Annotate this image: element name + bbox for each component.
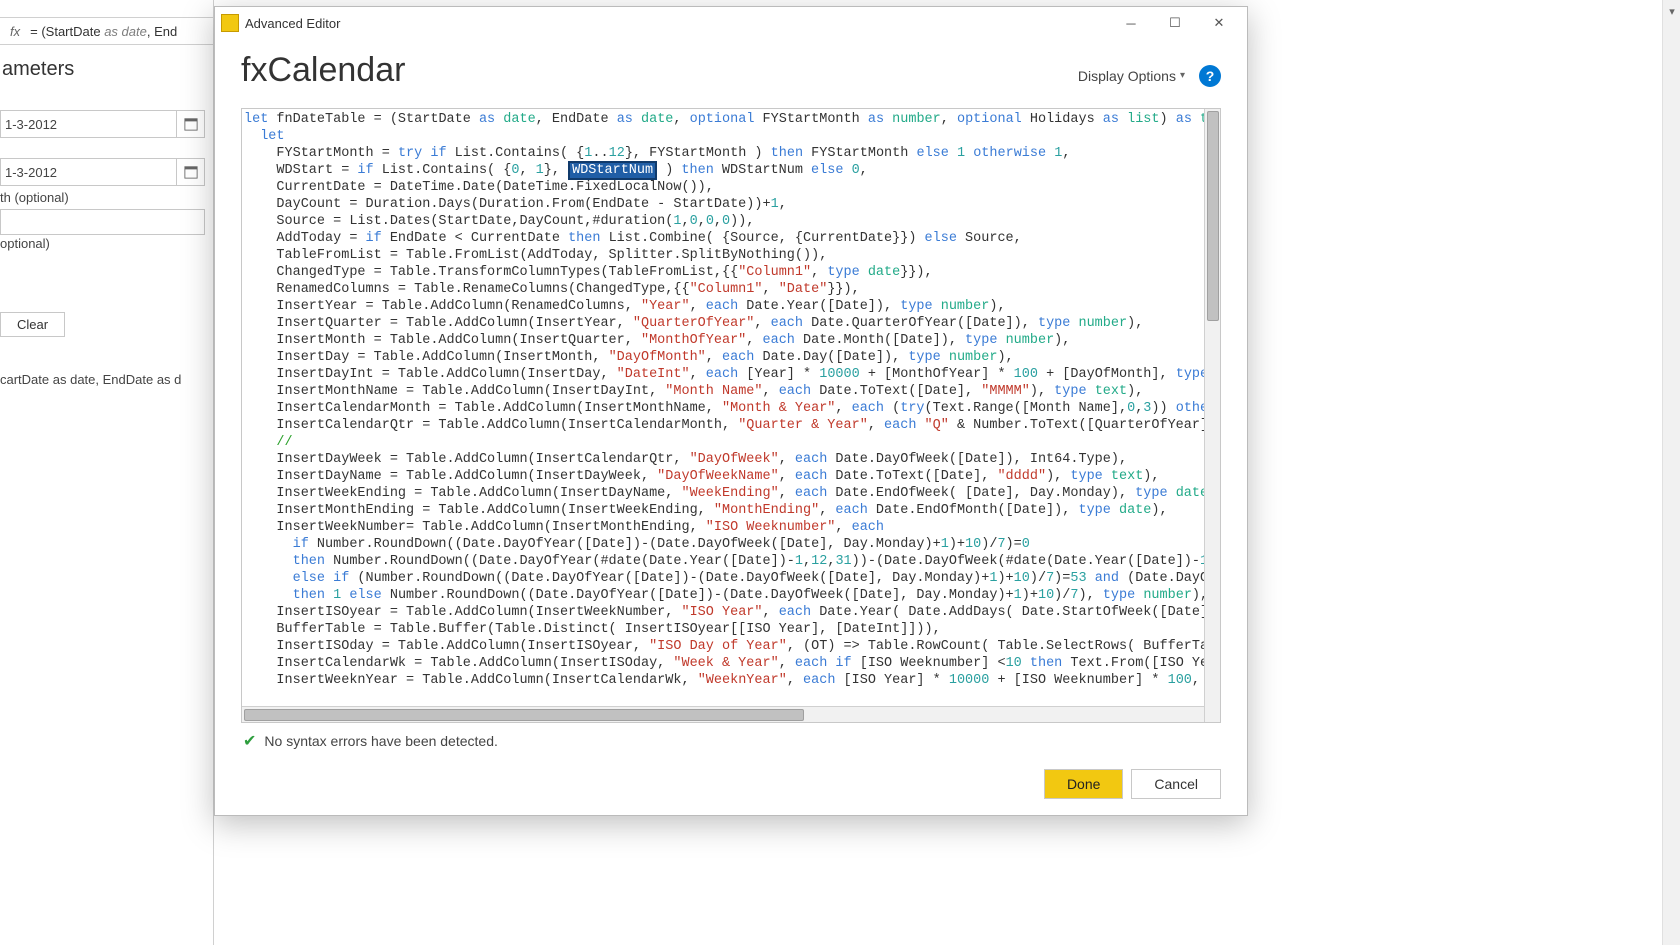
- powerbi-icon: [221, 14, 239, 32]
- syntax-status-bar: ✔ No syntax errors have been detected.: [241, 723, 1221, 755]
- window-vertical-scrollbar[interactable]: ▾: [1662, 0, 1680, 945]
- done-button[interactable]: Done: [1044, 769, 1123, 799]
- background-parameter-pane: fx = (StartDate as date, End ameters 1-3…: [0, 0, 214, 945]
- fx-icon: fx: [0, 24, 30, 39]
- startdate-field[interactable]: 1-3-2012: [0, 110, 205, 138]
- check-icon: ✔: [243, 731, 256, 751]
- dialog-titlebar[interactable]: Advanced Editor ─ ☐ ✕: [215, 7, 1247, 39]
- editor-vertical-scrollbar[interactable]: [1204, 109, 1220, 722]
- help-icon[interactable]: ?: [1199, 65, 1221, 87]
- editor-horizontal-scrollbar[interactable]: [242, 706, 1204, 722]
- clear-button[interactable]: Clear: [0, 312, 65, 337]
- formula-bar-text: = (StartDate as date, End: [30, 24, 177, 39]
- cancel-button[interactable]: Cancel: [1131, 769, 1221, 799]
- function-signature-text: cartDate as date, EndDate as d: [0, 372, 214, 387]
- parameters-heading: ameters: [0, 58, 74, 81]
- param-label-1: th (optional): [0, 190, 69, 205]
- calendar-icon[interactable]: [176, 158, 204, 186]
- scrollbar-thumb[interactable]: [244, 709, 804, 721]
- scrollbar-thumb[interactable]: [1207, 111, 1219, 321]
- advanced-editor-dialog: Advanced Editor ─ ☐ ✕ fxCalendar Display…: [214, 6, 1248, 816]
- display-options-dropdown[interactable]: Display Options ▾: [1078, 68, 1185, 84]
- enddate-field[interactable]: 1-3-2012: [0, 158, 205, 186]
- syntax-status-text: No syntax errors have been detected.: [264, 733, 497, 749]
- minimize-button[interactable]: ─: [1109, 9, 1153, 37]
- fystartmonth-field[interactable]: [0, 209, 205, 235]
- code-editor[interactable]: let fnDateTable = (StartDate as date, En…: [241, 108, 1221, 723]
- dialog-title: Advanced Editor: [245, 16, 1109, 31]
- param-label-2: optional): [0, 236, 50, 251]
- formula-bar[interactable]: fx = (StartDate as date, End: [0, 17, 214, 45]
- chevron-down-icon[interactable]: ▾: [1663, 0, 1680, 22]
- calendar-icon[interactable]: [176, 110, 204, 138]
- close-button[interactable]: ✕: [1197, 9, 1241, 37]
- query-name-heading: fxCalendar: [241, 51, 405, 90]
- chevron-down-icon: ▾: [1180, 70, 1185, 81]
- maximize-button[interactable]: ☐: [1153, 9, 1197, 37]
